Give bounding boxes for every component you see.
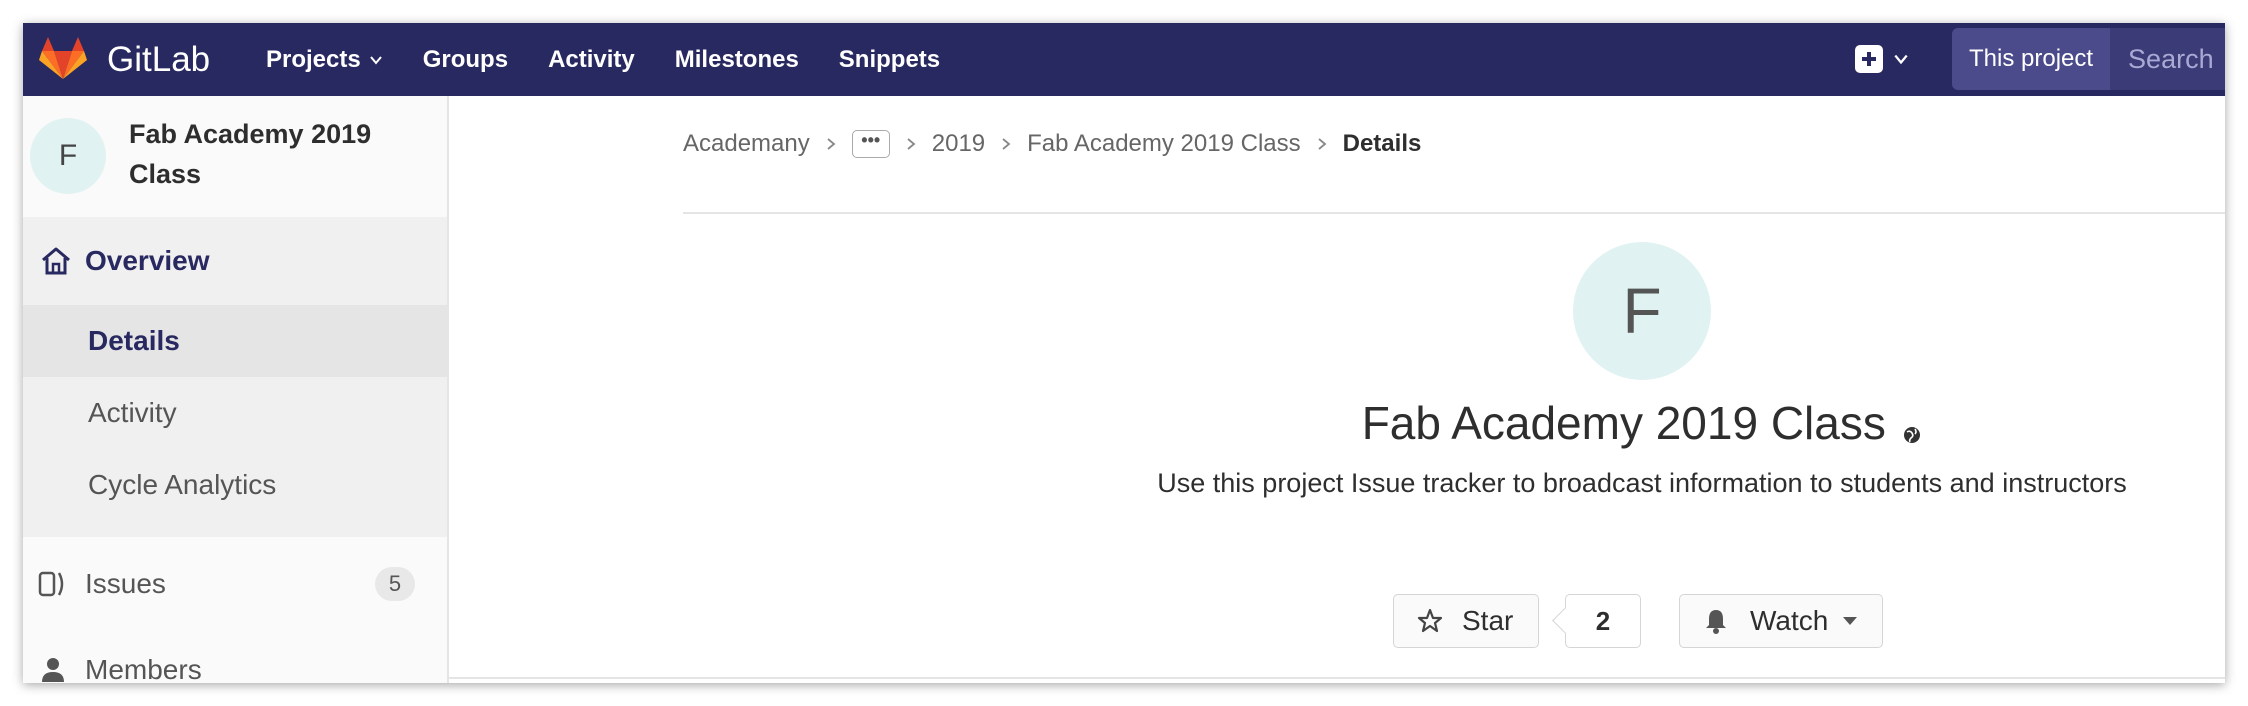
chevron-right-icon — [1002, 138, 1011, 150]
project-actions: Star 2 Watch — [1393, 593, 1883, 649]
nav-projects-label: Projects — [266, 46, 361, 73]
project-title-row: Fab Academy 2019 Class — [449, 396, 2225, 450]
overview-submenu: Details Activity Cycle Analytics — [23, 305, 447, 537]
caret-down-icon — [1843, 617, 1858, 625]
sidebar-item-label: Members — [85, 654, 202, 683]
globe-icon[interactable] — [1902, 425, 1922, 445]
sidebar-item-label: Overview — [85, 245, 210, 276]
divider — [449, 677, 2225, 679]
project-description: Use this project Issue tracker to broadc… — [1157, 468, 2127, 498]
chevron-right-icon — [827, 138, 836, 150]
project-avatar-large: F — [1573, 242, 1711, 380]
nav-links: Projects Groups Activity Milestones Snip… — [266, 23, 980, 96]
star-button-label: Star — [1462, 605, 1514, 636]
breadcrumb-item[interactable]: Fab Academy 2019 Class — [1027, 130, 1300, 158]
sidebar-project-name: Fab Academy 2019 Class — [129, 119, 372, 189]
star-button[interactable]: Star — [1393, 594, 1539, 648]
brand-name[interactable]: GitLab — [107, 23, 210, 96]
sidebar-subitem-cycle-analytics[interactable]: Cycle Analytics — [23, 449, 447, 521]
new-dropdown-button[interactable] — [1855, 41, 1909, 77]
chevron-down-icon — [369, 55, 382, 65]
issues-count-badge: 5 — [375, 567, 415, 601]
home-icon — [42, 247, 70, 275]
nav-activity[interactable]: Activity — [548, 23, 635, 96]
watch-button[interactable]: Watch — [1679, 594, 1883, 648]
search-input[interactable]: Search — [2110, 28, 2225, 90]
sidebar-item-label: Issues — [85, 568, 166, 599]
browser-frame: GitLab Projects Groups Activity Mileston… — [23, 23, 2225, 683]
sidebar-item-overview[interactable]: Overview — [23, 217, 447, 305]
star-count[interactable]: 2 — [1565, 594, 1641, 648]
bell-icon — [1706, 610, 1726, 634]
top-navbar: GitLab Projects Groups Activity Mileston… — [23, 23, 2225, 96]
nav-groups[interactable]: Groups — [423, 23, 508, 96]
issues-icon — [38, 571, 64, 597]
nav-projects[interactable]: Projects — [266, 23, 383, 96]
sidebar-item-issues[interactable]: Issues 5 — [23, 554, 447, 614]
nav-milestones[interactable]: Milestones — [675, 23, 799, 96]
gitlab-logo-icon[interactable] — [37, 33, 89, 85]
sidebar-project-header[interactable]: F Fab Academy 2019 Class — [23, 96, 447, 217]
nav-snippets[interactable]: Snippets — [839, 23, 940, 96]
user-icon — [42, 658, 64, 682]
breadcrumb: Academany ••• 2019 Fab Academy 2019 Clas… — [683, 96, 1421, 192]
sidebar-subitem-activity[interactable]: Activity — [23, 377, 447, 449]
sidebar-subitem-details[interactable]: Details — [23, 305, 447, 377]
search-bar: This project Search — [1952, 24, 2225, 94]
sidebar-item-members[interactable]: Members — [23, 640, 447, 683]
project-sidebar: F Fab Academy 2019 Class Overview Detail… — [23, 96, 449, 683]
breadcrumb-item[interactable]: Academany — [683, 130, 810, 158]
chevron-right-icon — [907, 138, 916, 150]
plus-icon — [1855, 45, 1883, 73]
breadcrumb-item[interactable]: 2019 — [932, 130, 985, 158]
star-icon — [1417, 608, 1443, 633]
project-title: Fab Academy 2019 Class — [1361, 397, 1886, 449]
watch-button-label: Watch — [1750, 605, 1829, 636]
breadcrumb-current[interactable]: Details — [1343, 130, 1422, 158]
divider — [683, 212, 2225, 214]
breadcrumb-ellipsis-button[interactable]: ••• — [851, 130, 890, 158]
main-content: Academany ••• 2019 Fab Academy 2019 Clas… — [449, 96, 2225, 683]
chevron-right-icon — [1318, 138, 1327, 150]
search-scope-button[interactable]: This project — [1952, 28, 2111, 90]
project-avatar: F — [30, 118, 106, 194]
chevron-down-icon — [1894, 54, 1908, 65]
